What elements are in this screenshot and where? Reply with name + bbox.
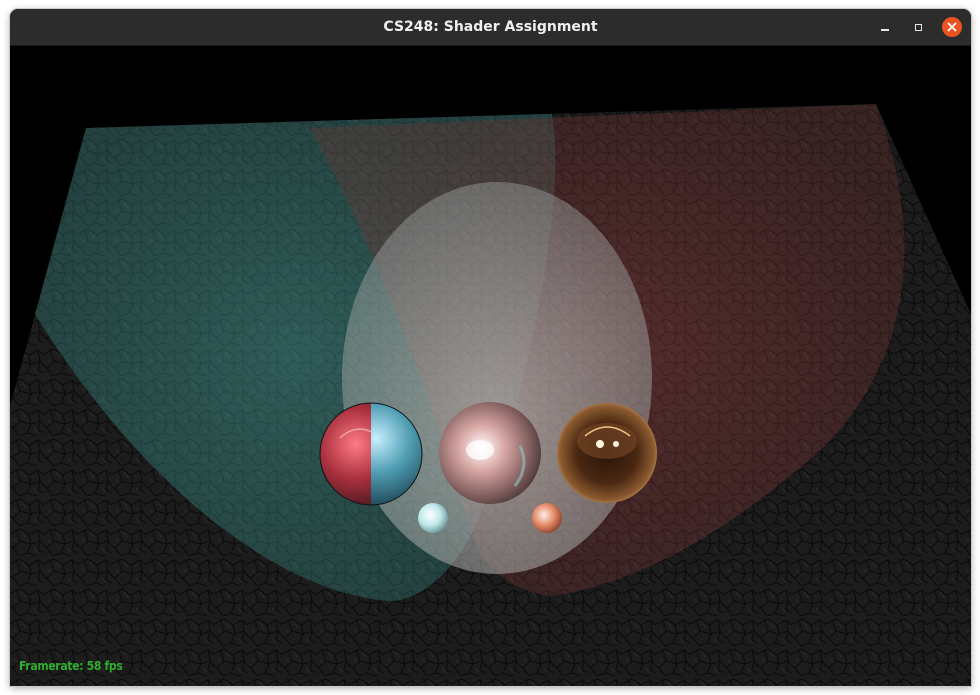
title-bar[interactable]: CS248: Shader Assignment bbox=[10, 9, 971, 46]
close-button[interactable] bbox=[942, 17, 962, 37]
close-icon bbox=[947, 22, 957, 32]
minimize-button[interactable] bbox=[875, 17, 895, 37]
window-title: CS248: Shader Assignment bbox=[383, 19, 598, 35]
render-viewport[interactable]: Framerate: 58 fps bbox=[10, 46, 971, 686]
framerate-label: Framerate: 58 fps bbox=[19, 659, 123, 673]
sphere-small-cyan bbox=[418, 503, 448, 533]
minimize-icon bbox=[881, 29, 889, 31]
sphere-bronze bbox=[557, 403, 657, 503]
rendered-scene bbox=[10, 104, 971, 686]
sphere-split bbox=[319, 402, 423, 506]
maximize-icon bbox=[914, 23, 922, 31]
maximize-button[interactable] bbox=[908, 17, 928, 37]
app-window: CS248: Shader Assignment Framerate: 58 f… bbox=[10, 9, 971, 686]
sphere-pink bbox=[439, 402, 541, 504]
sphere-small-orange bbox=[532, 503, 562, 533]
floor-plane bbox=[10, 104, 971, 686]
